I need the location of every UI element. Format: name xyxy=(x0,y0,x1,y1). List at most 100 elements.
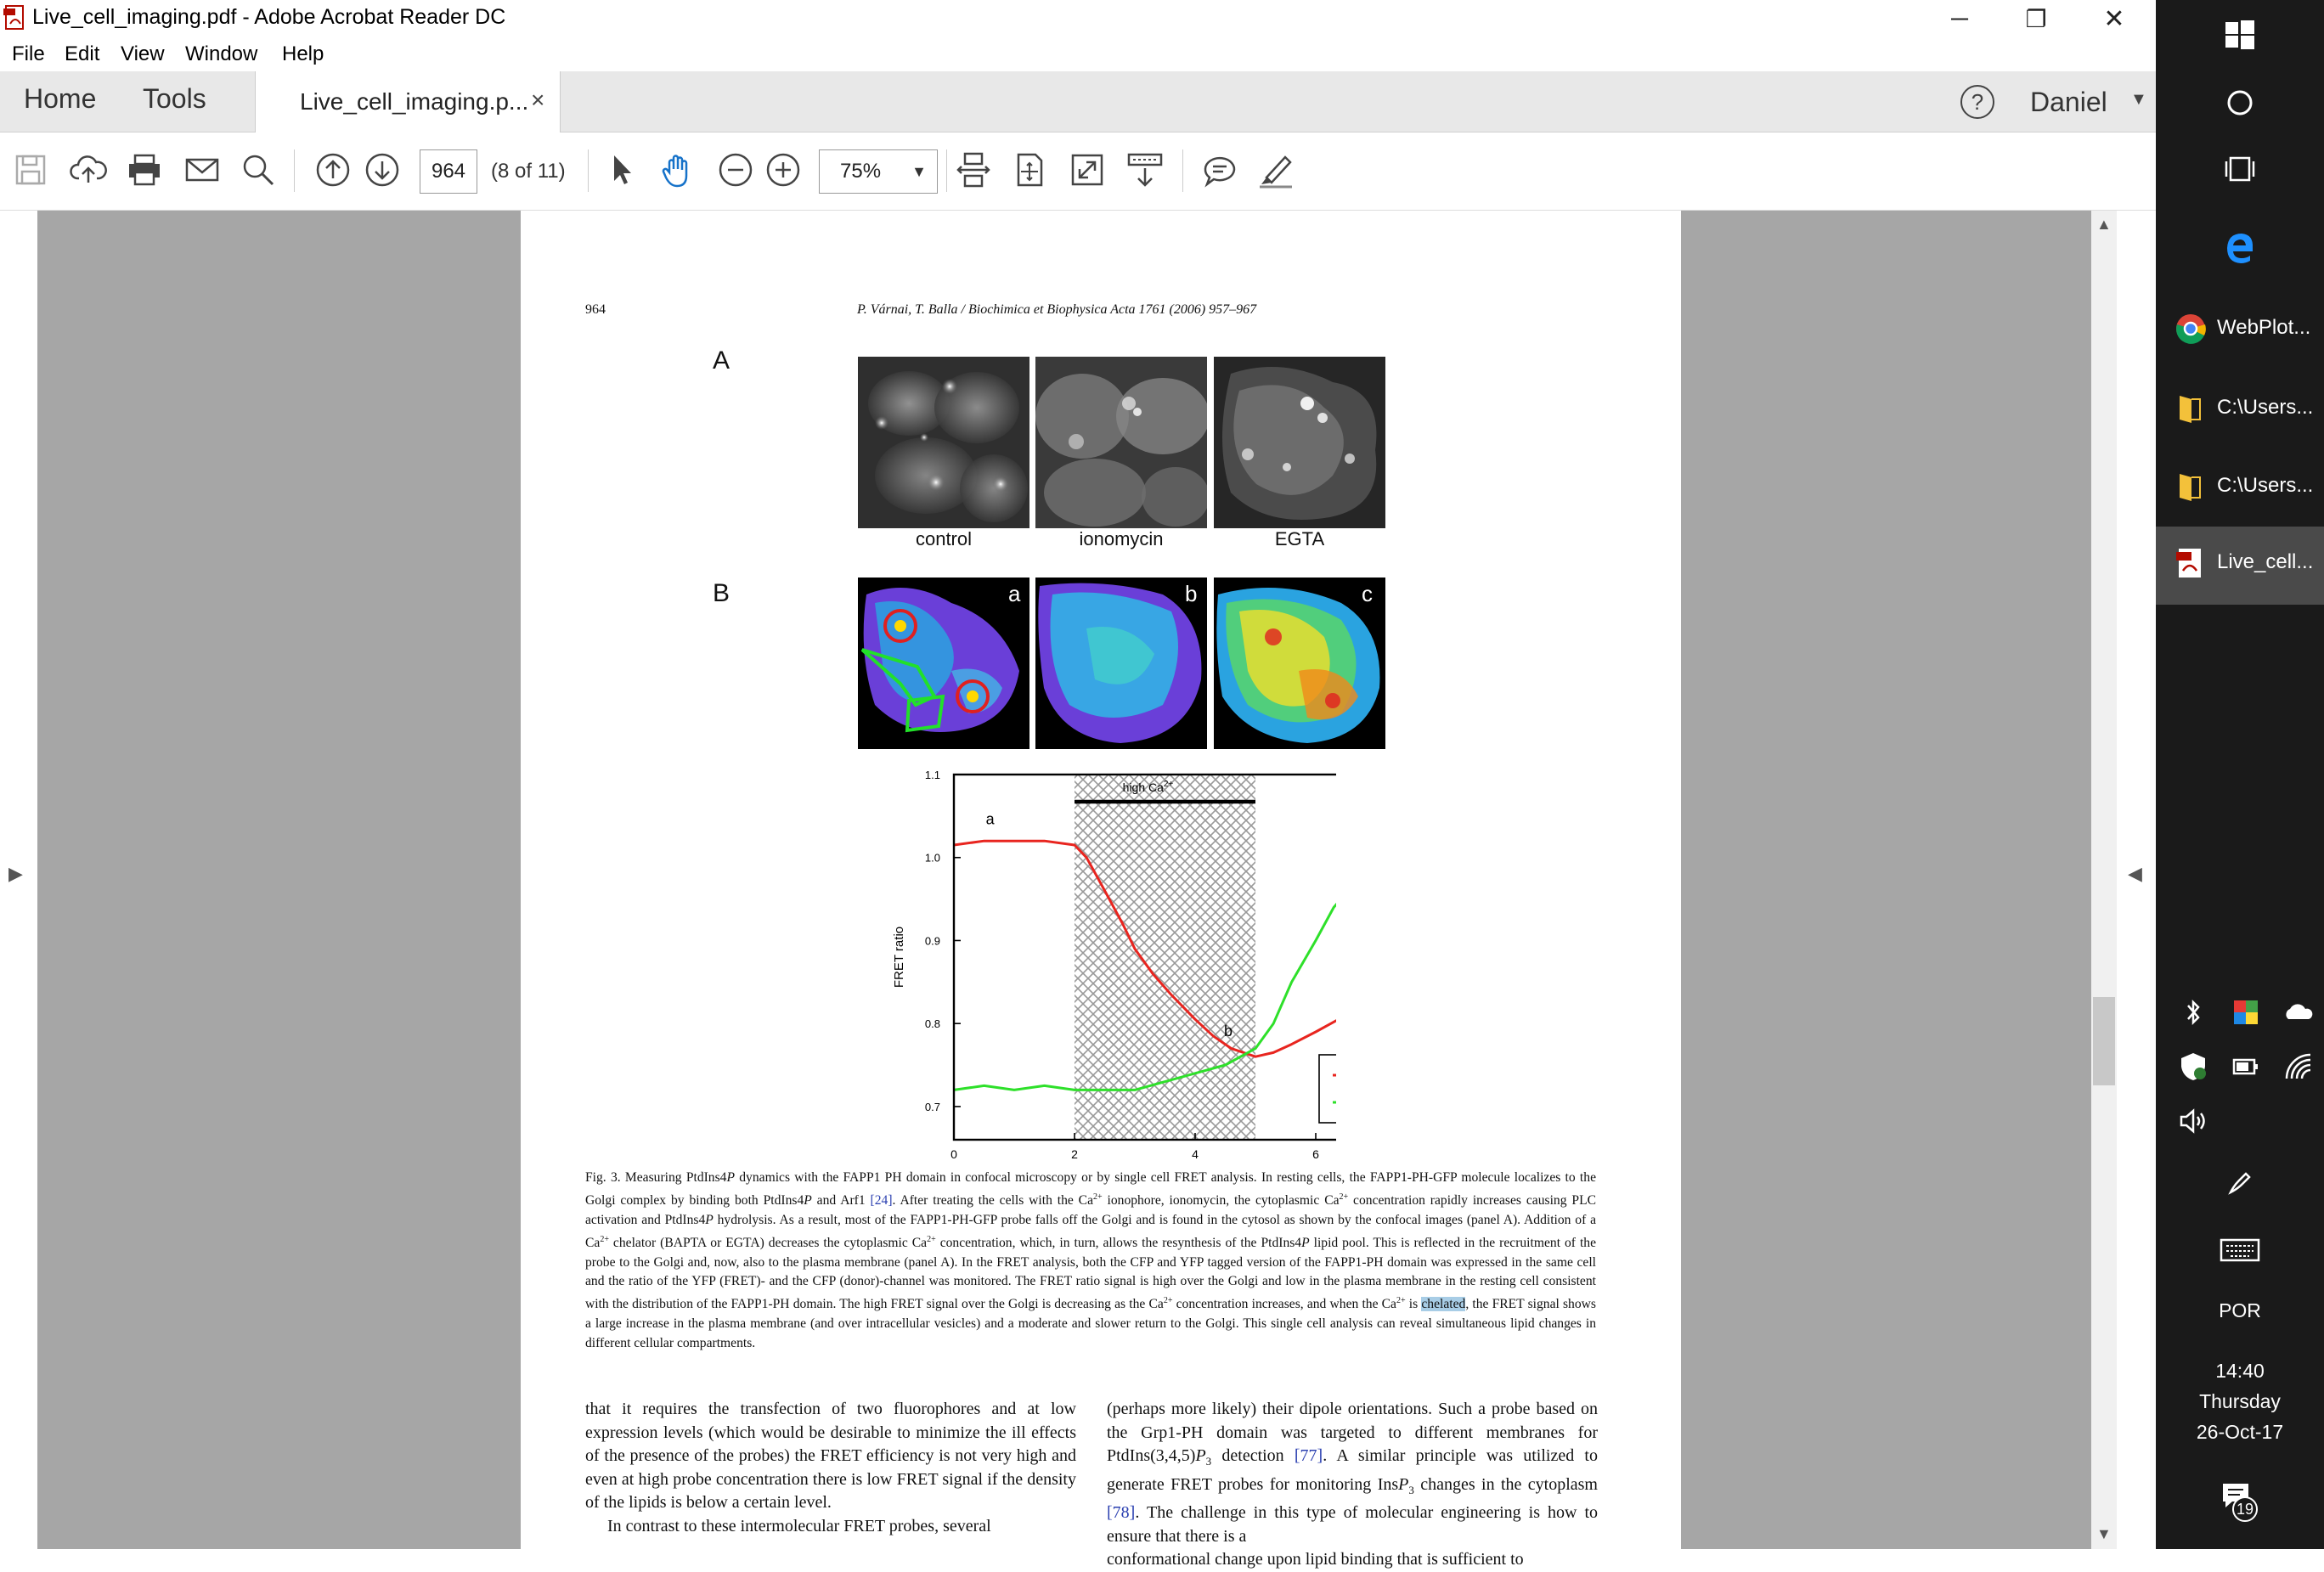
fit-width-icon[interactable] xyxy=(951,148,996,192)
micrograph-control xyxy=(858,357,1029,528)
pdf-page: 964 P. Várnai, T. Balla / Biochimica et … xyxy=(521,211,1681,1569)
clock-date: 26-Oct-17 xyxy=(2196,1421,2284,1443)
print-icon[interactable] xyxy=(122,148,166,192)
input-language[interactable]: POR xyxy=(2156,1299,2324,1322)
edge-taskbar-button[interactable] xyxy=(2156,211,2324,284)
help-icon[interactable]: ? xyxy=(1960,85,1994,119)
zoom-in-icon[interactable] xyxy=(761,148,805,192)
column-fragment[interactable]: [78] xyxy=(1107,1503,1135,1522)
toolbar-divider xyxy=(946,149,947,192)
restore-button[interactable]: ❐ xyxy=(1998,0,2074,37)
text-column-left: that it requires the transfection of two… xyxy=(585,1398,1076,1538)
y-axis-label: FRET ratio xyxy=(892,927,906,988)
zoom-value: 75% xyxy=(840,160,882,183)
mail-icon[interactable] xyxy=(180,148,224,192)
figure-caption: Fig. 3. Measuring PtdIns4P dynamics with… xyxy=(585,1169,1596,1354)
caption-fragment: Fig. 3. Measuring PtdIns4 xyxy=(585,1170,727,1185)
hand-tool-icon[interactable] xyxy=(656,148,700,192)
close-button[interactable]: ✕ xyxy=(2076,0,2152,37)
menu-edit[interactable]: Edit xyxy=(65,42,99,66)
toolbar-divider xyxy=(294,149,295,192)
scroll-down-icon[interactable]: ▼ xyxy=(2096,1525,2112,1543)
acrobat-window: Live_cell_imaging.pdf - Adobe Acrobat Re… xyxy=(0,0,2156,1569)
system-clock[interactable]: 14:40 Thursday 26-Oct-17 xyxy=(2156,1355,2324,1447)
app-tray-icon[interactable] xyxy=(2229,995,2263,1029)
zoom-select[interactable]: 75% ▼ xyxy=(819,149,938,194)
tab-bar: Home Tools Live_cell_imaging.p... × ? Da… xyxy=(0,71,2156,132)
column-fragment: changes in the cytoplasm xyxy=(1413,1474,1598,1494)
defender-shield-icon[interactable] xyxy=(2176,1050,2210,1084)
zoom-out-icon[interactable] xyxy=(714,148,758,192)
scroll-up-icon[interactable]: ▲ xyxy=(2096,216,2112,234)
tab-document[interactable]: Live_cell_imaging.p... × xyxy=(255,71,561,132)
page-number-input[interactable]: 964 xyxy=(420,149,477,194)
select-cursor-icon[interactable] xyxy=(600,148,644,192)
wifi-icon[interactable] xyxy=(2282,1050,2316,1084)
document-viewer[interactable]: ▶ 964 P. Várnai, T. Balla / Biochimica e… xyxy=(0,211,2156,1569)
left-pane-toggle-icon[interactable]: ▶ xyxy=(8,863,23,885)
caption-fragment: ionophore, ionomycin, the cytoplasmic Ca xyxy=(1102,1192,1340,1208)
y-tick-label: 0.7 xyxy=(925,1101,940,1113)
running-head: P. Várnai, T. Balla / Biochimica et Biop… xyxy=(857,302,1257,317)
next-page-icon[interactable] xyxy=(360,148,404,192)
full-screen-icon[interactable] xyxy=(1065,148,1109,192)
comment-icon[interactable] xyxy=(1198,148,1242,192)
vertical-scrollbar[interactable]: ▲ ▼ xyxy=(2091,211,2117,1549)
tab-close-button[interactable]: × xyxy=(531,87,544,114)
action-center-button[interactable]: 19 xyxy=(2217,1478,2265,1525)
menu-window[interactable]: Window xyxy=(185,42,257,66)
caption-control: control xyxy=(915,528,973,549)
caption-ionomycin: ionomycin xyxy=(1079,528,1164,549)
column-fragment[interactable]: [77] xyxy=(1295,1446,1323,1465)
text-column-left-para: that it requires the transfection of two… xyxy=(585,1400,1076,1512)
highlight-pen-icon[interactable] xyxy=(1254,148,1298,192)
clock-time: 14:40 xyxy=(2215,1360,2265,1382)
taskbar-item-explorer-2[interactable]: C:\Users... xyxy=(2156,450,2324,523)
taskbar-item-acrobat[interactable]: Live_cell... xyxy=(2156,527,2324,605)
menu-view[interactable]: View xyxy=(121,42,165,66)
task-view-button[interactable] xyxy=(2156,132,2324,206)
pen-workspace-icon[interactable] xyxy=(2222,1165,2256,1199)
caption-fragment: concentration increases, and when the Ca xyxy=(1172,1297,1396,1312)
volume-icon[interactable] xyxy=(2176,1104,2210,1138)
tab-home[interactable]: Home xyxy=(24,83,96,115)
high-calcium-shading xyxy=(1075,775,1255,1140)
scrolling-mode-icon[interactable] xyxy=(1123,148,1167,192)
onedrive-icon[interactable] xyxy=(2282,995,2316,1029)
caption-fragment: chelator (BAPTA or EGTA) decreases the c… xyxy=(608,1235,928,1250)
search-icon[interactable] xyxy=(236,148,280,192)
column-fragment: P xyxy=(1398,1474,1409,1494)
caption-fragment: 2+ xyxy=(600,1234,609,1244)
x-tick-label: 4 xyxy=(1192,1147,1199,1161)
clock-day: Thursday xyxy=(2199,1390,2281,1412)
previous-page-icon[interactable] xyxy=(311,148,355,192)
menu-help[interactable]: Help xyxy=(282,42,324,66)
taskbar-item-webplot[interactable]: WebPlot... xyxy=(2156,292,2324,365)
chevron-down-icon[interactable]: ▼ xyxy=(2130,90,2147,110)
menu-file[interactable]: File xyxy=(12,42,45,66)
scrollbar-thumb[interactable] xyxy=(2093,997,2115,1085)
bluetooth-icon[interactable] xyxy=(2176,995,2210,1029)
tab-tools[interactable]: Tools xyxy=(143,83,206,115)
cloud-upload-icon[interactable] xyxy=(66,148,110,192)
taskbar-item-explorer-1[interactable]: C:\Users... xyxy=(2156,372,2324,445)
start-button[interactable] xyxy=(2156,0,2324,73)
pdf-file-icon xyxy=(3,5,24,30)
cortana-circle-icon xyxy=(2227,90,2253,116)
fret-image-c xyxy=(1214,578,1385,749)
battery-icon[interactable] xyxy=(2229,1050,2263,1084)
page-number: 964 xyxy=(585,302,606,317)
user-menu[interactable]: Daniel xyxy=(2030,87,2107,118)
viewer-background: 964 P. Várnai, T. Balla / Biochimica et … xyxy=(37,211,2093,1569)
cortana-button[interactable] xyxy=(2156,66,2324,139)
fit-page-icon[interactable] xyxy=(1007,148,1052,192)
x-tick-label: 0 xyxy=(950,1147,957,1161)
toolbar-divider xyxy=(588,149,589,192)
minimize-button[interactable]: ─ xyxy=(1921,0,1998,37)
touch-keyboard-icon[interactable] xyxy=(2219,1233,2261,1267)
save-icon[interactable] xyxy=(8,148,53,192)
y-tick-label: 1.1 xyxy=(925,769,940,781)
column-fragment: . The challenge in this type of molecula… xyxy=(1107,1503,1598,1546)
caption-fragment[interactable]: [24] xyxy=(871,1193,893,1208)
right-pane-toggle-icon[interactable]: ◀ xyxy=(2128,863,2142,885)
